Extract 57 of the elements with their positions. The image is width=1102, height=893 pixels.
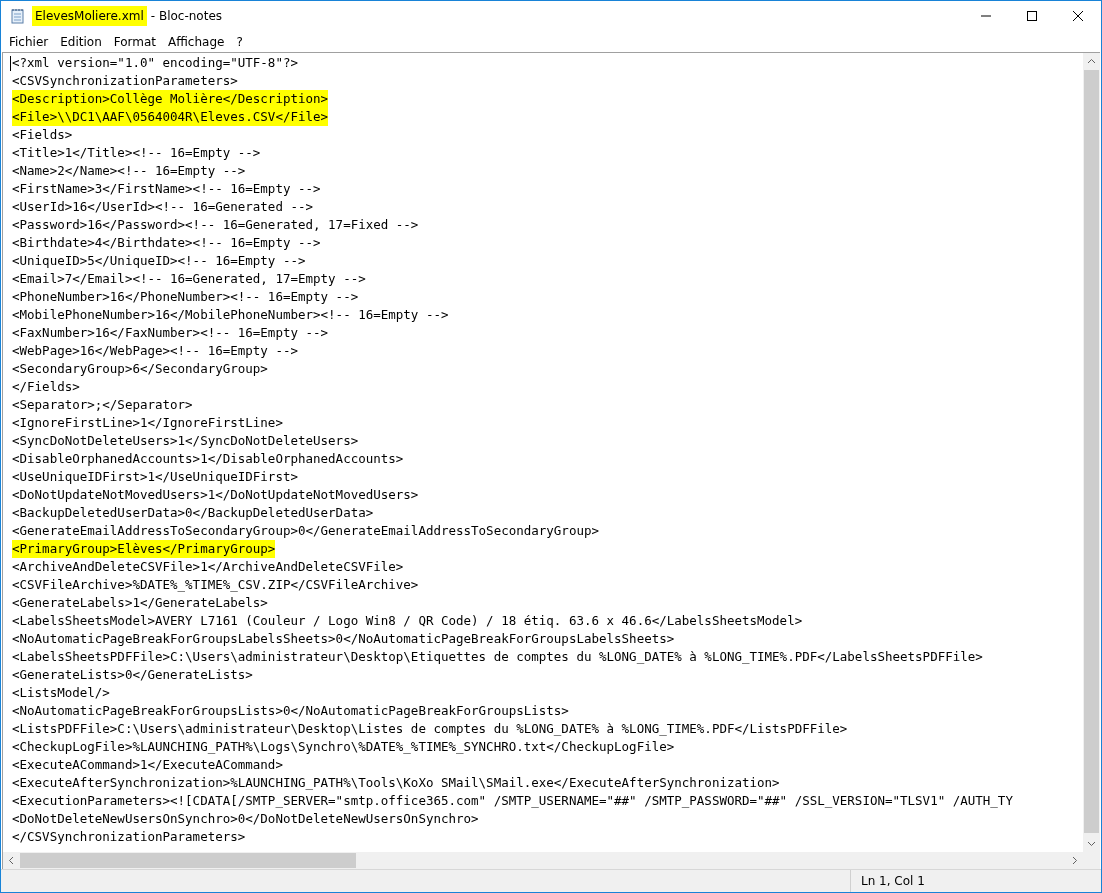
menu-item[interactable]: Fichier: [3, 34, 55, 49]
menu-item[interactable]: ?: [230, 34, 249, 49]
code-line: <ListsModel/>: [12, 684, 110, 702]
code-line: <LabelsSheetsPDFFile>C:\Users\administrateur\Desktop\Etiquettes de comptes du %LONG_DATE% à %LONG_TIME%.PDF</LabelsSheetsPDFFile>: [12, 648, 983, 666]
code-line: <Name>2</Name><!-- 16=Empty -->: [12, 162, 246, 180]
code-line: <NoAutomaticPageBreakForGroupsLabelsSheets>0</NoAutomaticPageBreakForGroupsLabelsSheets>: [12, 630, 675, 648]
horizontal-scrollbar[interactable]: [3, 852, 1083, 869]
code-line: <GenerateEmailAddressToSecondaryGroup>0</GenerateEmailAddressToSecondaryGroup>: [12, 522, 599, 540]
code-line: <UserId>16</UserId><!-- 16=Generated -->: [12, 198, 314, 216]
code-line: <Fields>: [12, 126, 73, 144]
code-line: <ArchiveAndDeleteCSVFile>1</ArchiveAndDeleteCSVFile>: [12, 558, 404, 576]
code-line: <DoNotUpdateNotMovedUsers>1</DoNotUpdateNotMovedUsers>: [12, 486, 419, 504]
code-line: <FirstName>3</FirstName><!-- 16=Empty -->: [12, 180, 321, 198]
code-line: <ListsPDFFile>C:\Users\administrateur\Desktop\Listes de comptes du %LONG_DATE% à %LONG_TIME%.PDF</ListsPDFFile>: [12, 720, 848, 738]
maximize-icon: [1027, 11, 1037, 21]
menu-item[interactable]: Edition: [54, 34, 108, 49]
code-line: <MobilePhoneNumber>16</MobilePhoneNumber><!-- 16=Empty -->: [12, 306, 449, 324]
code-line: <NoAutomaticPageBreakForGroupsLists>0</NoAutomaticPageBreakForGroupsLists>: [12, 702, 569, 720]
code-line: </Fields>: [12, 378, 80, 396]
code-line: <DoNotDeleteNewUsersOnSynchro>0</DoNotDeleteNewUsersOnSynchro>: [12, 810, 479, 828]
code-line: <Birthdate>4</Birthdate><!-- 16=Empty -->: [12, 234, 321, 252]
code-line: <PhoneNumber>16</PhoneNumber><!-- 16=Empty -->: [12, 288, 359, 306]
code-line: <ExecuteAfterSynchronization>%LAUNCHING_PATH%\Tools\KoXo SMail\SMail.exe</ExecuteAfterSynchronization>: [12, 774, 780, 792]
code-line: <CSVFileArchive>%DATE%_%TIME%_CSV.ZIP</CSVFileArchive>: [12, 576, 419, 594]
code-line: <BackupDeletedUserData>0</BackupDeletedUserData>: [12, 504, 374, 522]
code-line: <Title>1</Title><!-- 16=Empty -->: [12, 144, 261, 162]
code-line: <UseUniqueIDFirst>1</UseUniqueIDFirst>: [12, 468, 298, 486]
code-line: <Email>7</Email><!-- 16=Generated, 17=Empty -->: [12, 270, 366, 288]
code-line: <IgnoreFirstLine>1</IgnoreFirstLine>: [12, 414, 283, 432]
scrollbar-thumb[interactable]: [20, 853, 356, 868]
code-line: <UniqueID>5</UniqueID><!-- 16=Empty -->: [12, 252, 306, 270]
code-line: <LabelsSheetsModel>AVERY L7161 (Couleur / Logo Win8 / QR Code) / 18 étiq. 63.6 x 46.6</LabelsSheetsModel>: [12, 612, 803, 630]
code-line: <WebPage>16</WebPage><!-- 16=Empty -->: [12, 342, 298, 360]
code-line: <SecondaryGroup>6</SecondaryGroup>: [12, 360, 268, 378]
cursor-position: Ln 1, Col 1: [850, 870, 1101, 892]
code-line: <DisableOrphanedAccounts>1</DisableOrphanedAccounts>: [12, 450, 404, 468]
code-line: <ExecuteACommand>1</ExecuteACommand>: [12, 756, 283, 774]
code-line: <GenerateLabels>1</GenerateLabels>: [12, 594, 268, 612]
scrollbar-thumb[interactable]: [1084, 70, 1099, 833]
notepad-icon: [10, 8, 26, 24]
file-name: ElevesMoliere.xml: [32, 6, 147, 26]
menu-item[interactable]: Affichage: [162, 34, 231, 49]
code-line: <CSVSynchronizationParameters>: [12, 72, 238, 90]
menu-item[interactable]: Format: [107, 34, 163, 49]
code-line: </CSVSynchronizationParameters>: [12, 828, 246, 846]
code-line: <Separator>;</Separator>: [12, 396, 193, 414]
code-line: <GenerateLists>0</GenerateLists>: [12, 666, 253, 684]
app-name: - Bloc-notes: [150, 9, 223, 23]
code-line: <FaxNumber>16</FaxNumber><!-- 16=Empty -->: [12, 324, 329, 342]
code-line: <Password>16</Password><!-- 16=Generated, 17=Fixed -->: [12, 216, 419, 234]
code-line: <?xml version="1.0" encoding="UTF-8"?>: [12, 54, 298, 72]
vertical-scrollbar[interactable]: [1083, 53, 1100, 852]
code-line: <ExecutionParameters><![CDATA[/SMTP_SERVER="smtp.office365.com" /SMTP_USERNAME="##" /SMTP_PASSWORD="##" /SSL_VERSION="TLSV1" /AUTH_TY: [12, 792, 1013, 810]
code-line: <CheckupLogFile>%LAUNCHING_PATH%\Logs\Synchro\%DATE%_%TIME%_SYNCHRO.txt</CheckupLogFile>: [12, 738, 675, 756]
text-caret: [10, 56, 11, 71]
code-line: <SyncDoNotDeleteUsers>1</SyncDoNotDeleteUsers>: [12, 432, 359, 450]
close-icon: [1073, 11, 1083, 21]
